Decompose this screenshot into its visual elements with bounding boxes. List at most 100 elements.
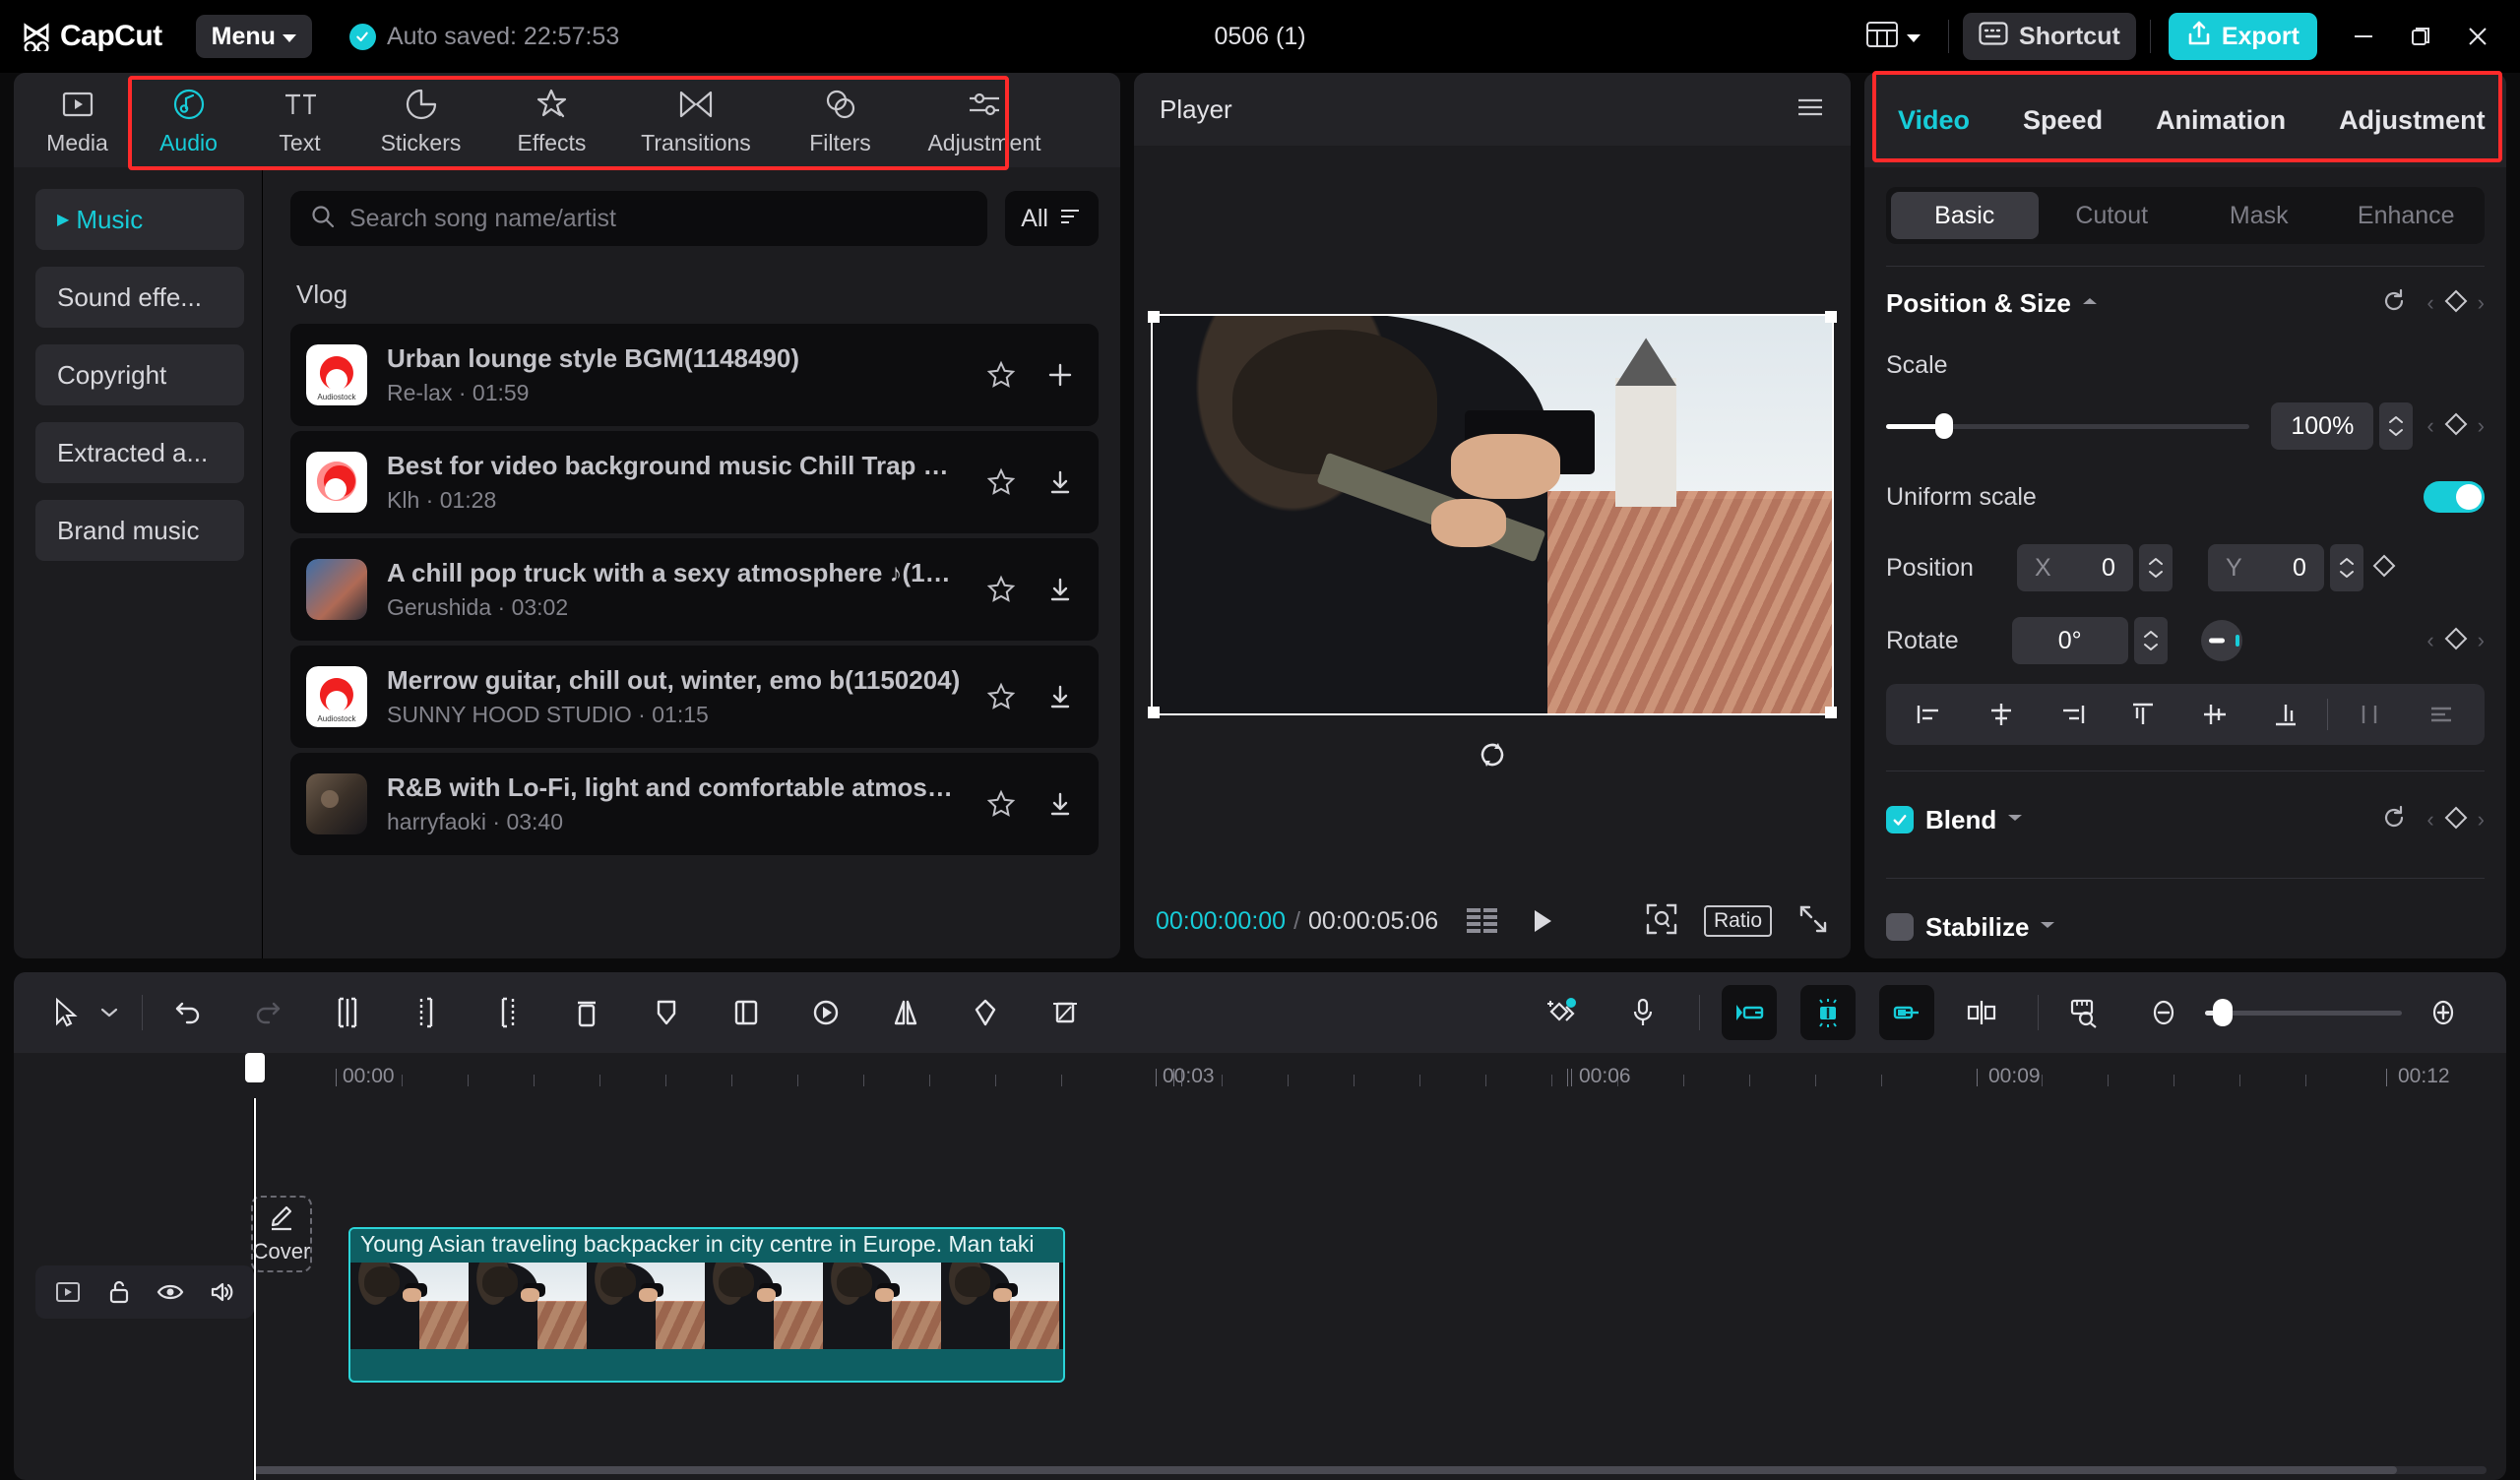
tab-media[interactable]: Media xyxy=(22,76,133,164)
trim-right-icon[interactable] xyxy=(483,989,531,1036)
next-keyframe-icon[interactable]: › xyxy=(2478,807,2485,832)
position-x-input[interactable]: X 0 xyxy=(2017,544,2133,591)
snap-left-icon[interactable] xyxy=(1722,985,1777,1040)
tab-stickers[interactable]: Stickers xyxy=(355,76,486,164)
crop-icon[interactable] xyxy=(1041,989,1089,1036)
download-icon[interactable] xyxy=(1043,465,1077,499)
eye-icon[interactable] xyxy=(156,1277,185,1307)
frame-list-icon[interactable] xyxy=(1466,907,1499,935)
uniform-scale-toggle[interactable] xyxy=(2424,481,2485,513)
playhead[interactable] xyxy=(254,1098,256,1480)
favorite-star-icon[interactable] xyxy=(984,573,1018,606)
tab-speed[interactable]: Speed xyxy=(2023,105,2103,136)
minimize-button[interactable] xyxy=(2335,10,2392,63)
play-button[interactable] xyxy=(1527,906,1556,936)
favorite-star-icon[interactable] xyxy=(984,465,1018,499)
chevron-down-icon[interactable] xyxy=(2006,811,2024,829)
measure-icon[interactable] xyxy=(2060,989,2108,1036)
position-y-input[interactable]: Y 0 xyxy=(2208,544,2324,591)
tab-animation[interactable]: Animation xyxy=(2156,105,2286,136)
auto-keyframe-icon[interactable] xyxy=(1540,989,1587,1036)
menu-button[interactable]: Menu xyxy=(196,15,312,58)
volume-icon[interactable] xyxy=(207,1277,236,1307)
align-bottom-icon[interactable] xyxy=(2250,684,2321,745)
freeze-frame-icon[interactable] xyxy=(723,989,770,1036)
category-music[interactable]: ▶ Music xyxy=(35,189,244,250)
rotate-icon[interactable] xyxy=(962,989,1009,1036)
select-tool-icon[interactable] xyxy=(43,989,91,1036)
next-keyframe-icon[interactable]: › xyxy=(2478,290,2485,316)
download-icon[interactable] xyxy=(1043,573,1077,606)
fullscreen-icon[interactable] xyxy=(1797,903,1829,940)
rotate-handle-icon[interactable] xyxy=(1475,737,1510,772)
prev-keyframe-icon[interactable]: ‹ xyxy=(2426,628,2433,653)
subtab-cutout[interactable]: Cutout xyxy=(2039,192,2186,239)
video-clip[interactable]: Young Asian traveling backpacker in city… xyxy=(348,1227,1065,1383)
layout-switch-button[interactable] xyxy=(1853,22,1934,52)
timeline-zoom-slider[interactable] xyxy=(2205,1011,2402,1016)
player-menu-icon[interactable] xyxy=(1796,95,1825,124)
favorite-star-icon[interactable] xyxy=(984,680,1018,713)
category-extracted-audio[interactable]: Extracted a... xyxy=(35,422,244,483)
list-item[interactable]: A chill pop truck with a sexy atmosphere… xyxy=(290,538,1099,641)
blend-checkbox[interactable] xyxy=(1886,806,1914,833)
close-button[interactable] xyxy=(2449,10,2506,63)
favorite-star-icon[interactable] xyxy=(984,358,1018,392)
keyframe-icon[interactable] xyxy=(2443,626,2469,656)
prev-keyframe-icon[interactable]: ‹ xyxy=(2426,807,2433,832)
tab-video[interactable]: Video xyxy=(1898,105,1970,136)
align-center-vertical-icon[interactable] xyxy=(2179,684,2250,745)
download-icon[interactable] xyxy=(1043,787,1077,821)
record-voiceover-icon[interactable] xyxy=(1619,989,1667,1036)
category-copyright[interactable]: Copyright xyxy=(35,344,244,405)
subtab-enhance[interactable]: Enhance xyxy=(2333,192,2481,239)
add-icon[interactable] xyxy=(1043,358,1077,392)
resize-handle-bottom-left[interactable] xyxy=(1148,707,1160,718)
snap-center-icon[interactable] xyxy=(1800,985,1856,1040)
tab-filters[interactable]: Filters xyxy=(775,76,906,164)
list-item[interactable]: Audiostock Merrow guitar, chill out, win… xyxy=(290,646,1099,748)
redo-icon[interactable] xyxy=(244,989,291,1036)
filter-all-button[interactable]: All xyxy=(1005,191,1099,246)
current-timecode[interactable]: 00:00:00:00 xyxy=(1156,907,1286,936)
tool-dropdown-icon[interactable] xyxy=(96,989,122,1036)
position-y-stepper[interactable] xyxy=(2330,544,2363,591)
snap-right-icon[interactable] xyxy=(1879,985,1934,1040)
resize-handle-top-left[interactable] xyxy=(1148,311,1160,323)
clip-drag-handle[interactable] xyxy=(348,1229,350,1381)
align-right-icon[interactable] xyxy=(2037,684,2108,745)
next-keyframe-icon[interactable]: › xyxy=(2478,413,2485,439)
list-item[interactable]: Best for video background music Chill Tr… xyxy=(290,431,1099,533)
scale-value-input[interactable]: 100% xyxy=(2271,402,2373,450)
scale-stepper[interactable] xyxy=(2379,402,2413,450)
download-icon[interactable] xyxy=(1043,680,1077,713)
chevron-up-icon[interactable] xyxy=(2081,294,2099,312)
mark-icon[interactable] xyxy=(643,989,690,1036)
undo-icon[interactable] xyxy=(164,989,212,1036)
next-keyframe-icon[interactable]: › xyxy=(2478,628,2485,653)
list-item[interactable]: Audiostock Urban lounge style BGM(114849… xyxy=(290,324,1099,426)
keyframe-icon[interactable] xyxy=(2443,288,2469,319)
scale-slider[interactable] xyxy=(1886,424,2249,429)
subtab-basic[interactable]: Basic xyxy=(1891,192,2039,239)
tab-adjustment-right[interactable]: Adjustment xyxy=(2339,105,2486,136)
stabilize-checkbox[interactable] xyxy=(1886,913,1914,941)
cover-button[interactable]: Cover xyxy=(251,1196,312,1272)
distribute-horizontal-icon[interactable] xyxy=(2334,684,2405,745)
maximize-button[interactable] xyxy=(2392,10,2449,63)
rotate-stepper[interactable] xyxy=(2134,617,2168,664)
tab-audio[interactable]: Audio xyxy=(133,76,244,164)
lock-icon[interactable] xyxy=(104,1277,134,1307)
link-split-icon[interactable] xyxy=(1958,989,2005,1036)
tab-adjustment[interactable]: Adjustment xyxy=(906,76,1063,164)
keyframe-icon[interactable] xyxy=(2371,553,2397,584)
position-x-stepper[interactable] xyxy=(2139,544,2173,591)
resize-handle-bottom-right[interactable] xyxy=(1825,707,1837,718)
prev-keyframe-icon[interactable]: ‹ xyxy=(2426,290,2433,316)
reverse-icon[interactable] xyxy=(802,989,850,1036)
track-preview-icon[interactable] xyxy=(53,1277,83,1307)
zoom-in-icon[interactable] xyxy=(2420,989,2467,1036)
keyframe-icon[interactable] xyxy=(2443,805,2469,835)
favorite-star-icon[interactable] xyxy=(984,787,1018,821)
zoom-fit-icon[interactable] xyxy=(1645,902,1678,941)
